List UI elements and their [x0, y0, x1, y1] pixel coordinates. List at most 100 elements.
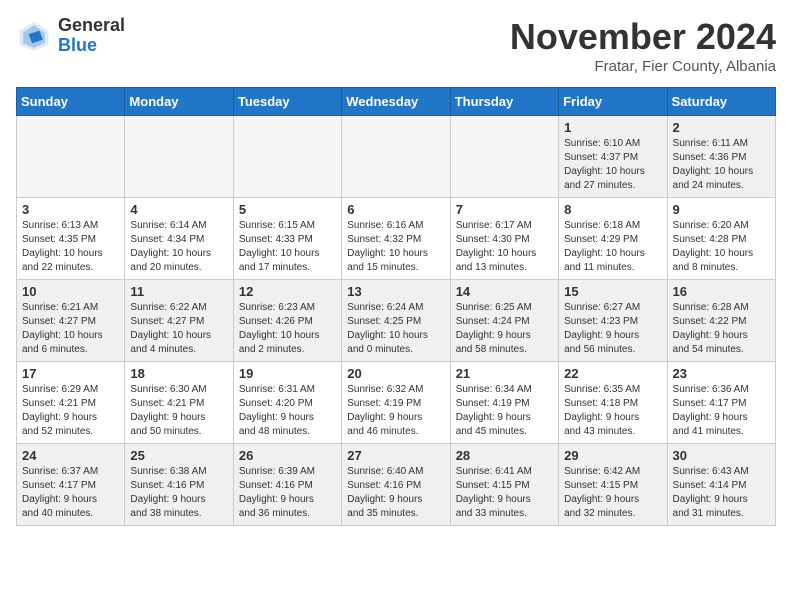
day-info: Sunrise: 6:31 AM Sunset: 4:20 PM Dayligh…: [239, 383, 336, 439]
calendar-day-cell: 1 Sunrise: 6:10 AM Sunset: 4:37 PM Daylig…: [559, 116, 667, 198]
calendar-day-cell: 11Sunrise: 6:22 AM Sunset: 4:27 PM Dayli…: [125, 280, 233, 362]
month-title: November 2024: [510, 16, 776, 58]
day-of-week-header: Sunday: [17, 88, 125, 116]
calendar-day-cell: 2 Sunrise: 6:11 AM Sunset: 4:36 PM Daylig…: [667, 116, 775, 198]
day-number: 1: [564, 120, 661, 135]
day-info: Sunrise: 6:35 AM Sunset: 4:18 PM Dayligh…: [564, 383, 661, 439]
calendar-day-cell: 26Sunrise: 6:39 AM Sunset: 4:16 PM Dayli…: [233, 444, 341, 526]
day-info: Sunrise: 6:38 AM Sunset: 4:16 PM Dayligh…: [130, 465, 227, 521]
day-info: Sunrise: 6:15 AM Sunset: 4:33 PM Dayligh…: [239, 219, 336, 275]
calendar-day-cell: 21Sunrise: 6:34 AM Sunset: 4:19 PM Dayli…: [450, 362, 558, 444]
calendar-week-row: 24 Sunrise: 6:37 AM Sunset: 4:17 PM Dayli…: [17, 444, 776, 526]
day-number: 19: [239, 366, 336, 381]
day-of-week-header: Wednesday: [342, 88, 450, 116]
day-info: Sunrise: 6:20 AM Sunset: 4:28 PM Dayligh…: [673, 219, 770, 275]
calendar-day-cell: 7Sunrise: 6:17 AM Sunset: 4:30 PM Daylig…: [450, 198, 558, 280]
day-number: 2: [673, 120, 770, 135]
day-info: Sunrise: 6:27 AM Sunset: 4:23 PM Dayligh…: [564, 301, 661, 357]
day-number: 29: [564, 448, 661, 463]
day-number: 12: [239, 284, 336, 299]
day-number: 5: [239, 202, 336, 217]
day-of-week-header: Saturday: [667, 88, 775, 116]
day-number: 17: [22, 366, 119, 381]
day-number: 8: [564, 202, 661, 217]
calendar-day-cell: 6 Sunrise: 6:16 AM Sunset: 4:32 PM Daylig…: [342, 198, 450, 280]
day-number: 22: [564, 366, 661, 381]
day-number: 6: [347, 202, 444, 217]
day-number: 21: [456, 366, 553, 381]
calendar-day-cell: 22 Sunrise: 6:35 AM Sunset: 4:18 PM Dayli…: [559, 362, 667, 444]
day-info: Sunrise: 6:24 AM Sunset: 4:25 PM Dayligh…: [347, 301, 444, 357]
calendar-day-cell: 13 Sunrise: 6:24 AM Sunset: 4:25 PM Dayli…: [342, 280, 450, 362]
calendar-day-cell: 20 Sunrise: 6:32 AM Sunset: 4:19 PM Dayli…: [342, 362, 450, 444]
day-number: 23: [673, 366, 770, 381]
calendar-day-cell: 5 Sunrise: 6:15 AM Sunset: 4:33 PM Daylig…: [233, 198, 341, 280]
calendar-header-row: SundayMondayTuesdayWednesdayThursdayFrid…: [17, 88, 776, 116]
calendar-day-cell: 12 Sunrise: 6:23 AM Sunset: 4:26 PM Dayli…: [233, 280, 341, 362]
calendar-day-cell: 14Sunrise: 6:25 AM Sunset: 4:24 PM Dayli…: [450, 280, 558, 362]
day-number: 4: [130, 202, 227, 217]
day-number: 18: [130, 366, 227, 381]
logo-blue-text: Blue: [58, 36, 125, 56]
day-number: 15: [564, 284, 661, 299]
calendar-day-cell: 30Sunrise: 6:43 AM Sunset: 4:14 PM Dayli…: [667, 444, 775, 526]
day-number: 13: [347, 284, 444, 299]
calendar-day-cell: 16 Sunrise: 6:28 AM Sunset: 4:22 PM Dayli…: [667, 280, 775, 362]
calendar-day-cell: 23 Sunrise: 6:36 AM Sunset: 4:17 PM Dayli…: [667, 362, 775, 444]
calendar-day-cell: [125, 116, 233, 198]
calendar-day-cell: 28 Sunrise: 6:41 AM Sunset: 4:15 PM Dayli…: [450, 444, 558, 526]
day-number: 7: [456, 202, 553, 217]
day-info: Sunrise: 6:14 AM Sunset: 4:34 PM Dayligh…: [130, 219, 227, 275]
calendar-day-cell: 19 Sunrise: 6:31 AM Sunset: 4:20 PM Dayli…: [233, 362, 341, 444]
day-info: Sunrise: 6:10 AM Sunset: 4:37 PM Dayligh…: [564, 137, 661, 193]
page-header: General Blue November 2024 Fratar, Fier …: [16, 16, 776, 75]
day-info: Sunrise: 6:40 AM Sunset: 4:16 PM Dayligh…: [347, 465, 444, 521]
day-number: 10: [22, 284, 119, 299]
calendar-week-row: 3Sunrise: 6:13 AM Sunset: 4:35 PM Daylig…: [17, 198, 776, 280]
day-info: Sunrise: 6:43 AM Sunset: 4:14 PM Dayligh…: [673, 465, 770, 521]
calendar-day-cell: 10Sunrise: 6:21 AM Sunset: 4:27 PM Dayli…: [17, 280, 125, 362]
day-number: 28: [456, 448, 553, 463]
day-info: Sunrise: 6:32 AM Sunset: 4:19 PM Dayligh…: [347, 383, 444, 439]
day-number: 11: [130, 284, 227, 299]
day-info: Sunrise: 6:13 AM Sunset: 4:35 PM Dayligh…: [22, 219, 119, 275]
calendar-day-cell: 27Sunrise: 6:40 AM Sunset: 4:16 PM Dayli…: [342, 444, 450, 526]
logo-icon: [16, 18, 52, 54]
logo-general-text: General: [58, 16, 125, 36]
calendar-week-row: 17Sunrise: 6:29 AM Sunset: 4:21 PM Dayli…: [17, 362, 776, 444]
calendar-day-cell: 15 Sunrise: 6:27 AM Sunset: 4:23 PM Dayli…: [559, 280, 667, 362]
day-number: 9: [673, 202, 770, 217]
day-number: 16: [673, 284, 770, 299]
day-info: Sunrise: 6:36 AM Sunset: 4:17 PM Dayligh…: [673, 383, 770, 439]
calendar-day-cell: 29 Sunrise: 6:42 AM Sunset: 4:15 PM Dayli…: [559, 444, 667, 526]
calendar-day-cell: [17, 116, 125, 198]
day-info: Sunrise: 6:11 AM Sunset: 4:36 PM Dayligh…: [673, 137, 770, 193]
day-of-week-header: Tuesday: [233, 88, 341, 116]
day-number: 25: [130, 448, 227, 463]
day-number: 20: [347, 366, 444, 381]
calendar-day-cell: 25 Sunrise: 6:38 AM Sunset: 4:16 PM Dayli…: [125, 444, 233, 526]
title-block: November 2024 Fratar, Fier County, Alban…: [510, 16, 776, 75]
calendar-day-cell: 24 Sunrise: 6:37 AM Sunset: 4:17 PM Dayli…: [17, 444, 125, 526]
day-info: Sunrise: 6:30 AM Sunset: 4:21 PM Dayligh…: [130, 383, 227, 439]
calendar-day-cell: 17Sunrise: 6:29 AM Sunset: 4:21 PM Dayli…: [17, 362, 125, 444]
calendar-day-cell: 18 Sunrise: 6:30 AM Sunset: 4:21 PM Dayli…: [125, 362, 233, 444]
day-number: 24: [22, 448, 119, 463]
day-info: Sunrise: 6:37 AM Sunset: 4:17 PM Dayligh…: [22, 465, 119, 521]
day-number: 26: [239, 448, 336, 463]
calendar-day-cell: 4 Sunrise: 6:14 AM Sunset: 4:34 PM Daylig…: [125, 198, 233, 280]
calendar-day-cell: [450, 116, 558, 198]
calendar-week-row: 1 Sunrise: 6:10 AM Sunset: 4:37 PM Daylig…: [17, 116, 776, 198]
logo: General Blue: [16, 16, 125, 56]
calendar-day-cell: 8Sunrise: 6:18 AM Sunset: 4:29 PM Daylig…: [559, 198, 667, 280]
day-info: Sunrise: 6:16 AM Sunset: 4:32 PM Dayligh…: [347, 219, 444, 275]
day-of-week-header: Friday: [559, 88, 667, 116]
day-info: Sunrise: 6:23 AM Sunset: 4:26 PM Dayligh…: [239, 301, 336, 357]
day-info: Sunrise: 6:41 AM Sunset: 4:15 PM Dayligh…: [456, 465, 553, 521]
calendar-day-cell: [342, 116, 450, 198]
day-info: Sunrise: 6:42 AM Sunset: 4:15 PM Dayligh…: [564, 465, 661, 521]
day-info: Sunrise: 6:28 AM Sunset: 4:22 PM Dayligh…: [673, 301, 770, 357]
calendar-table: SundayMondayTuesdayWednesdayThursdayFrid…: [16, 87, 776, 526]
logo-text: General Blue: [58, 16, 125, 56]
calendar-day-cell: 9 Sunrise: 6:20 AM Sunset: 4:28 PM Daylig…: [667, 198, 775, 280]
